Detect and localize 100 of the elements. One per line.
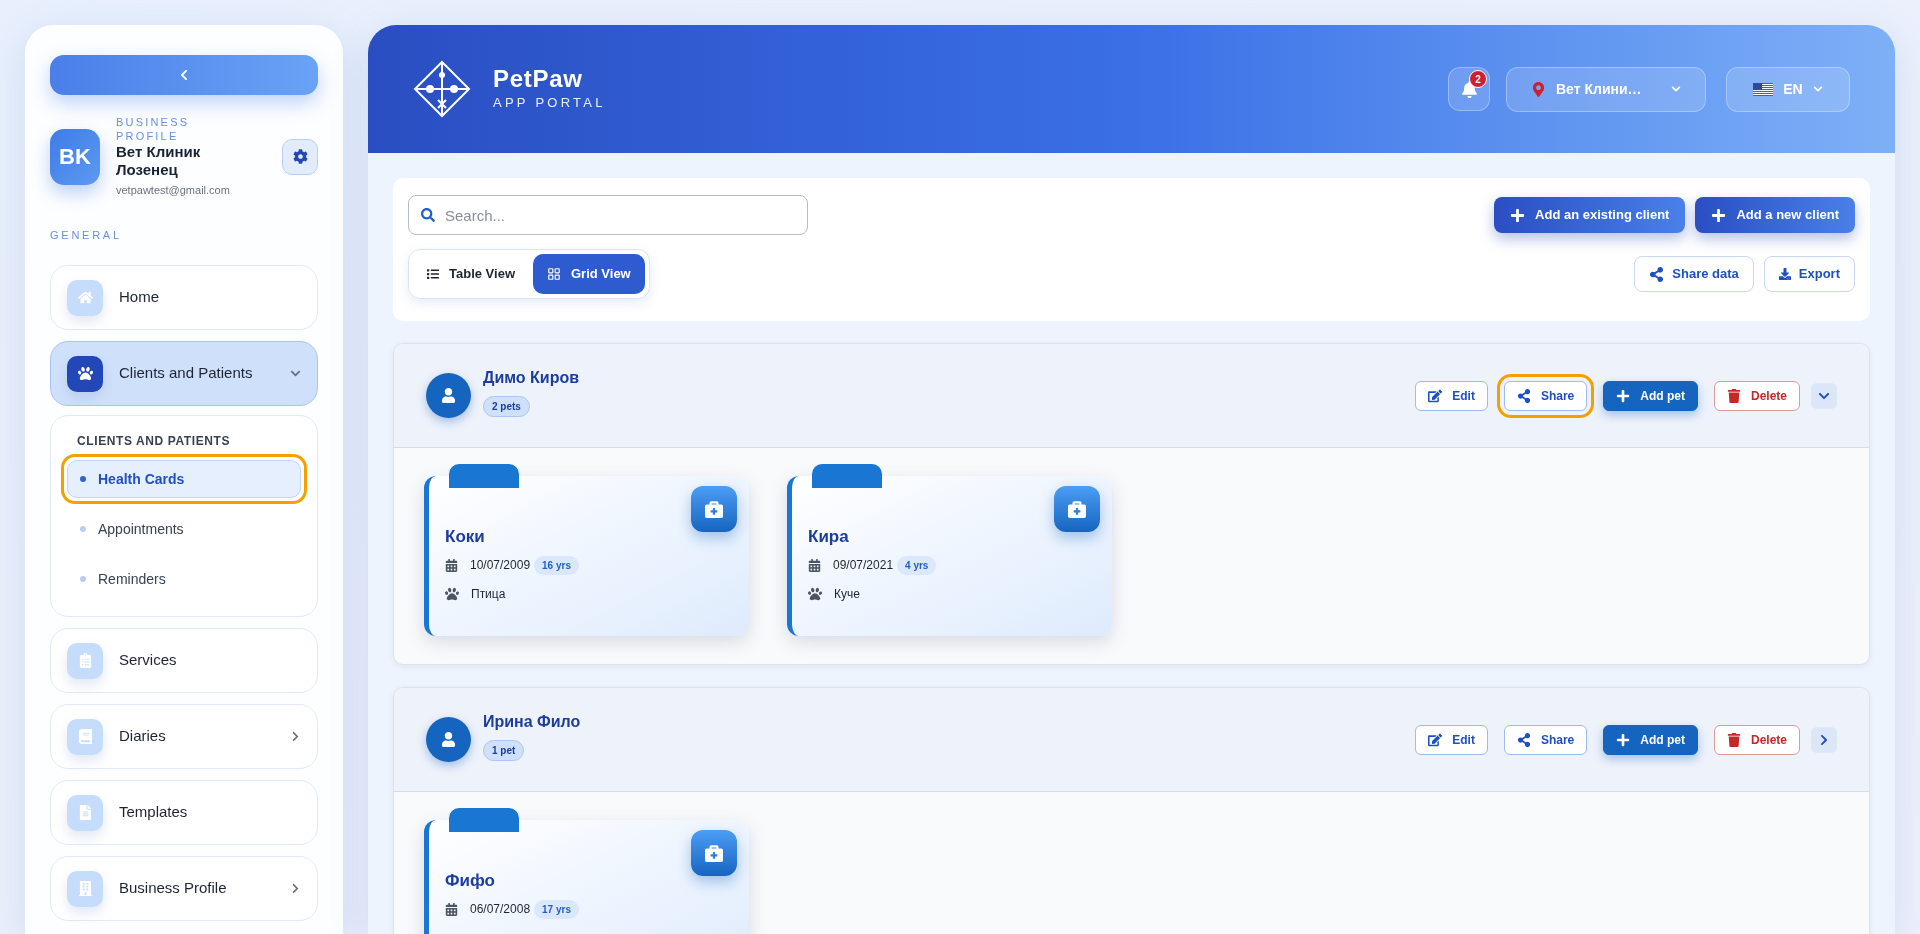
nav-item[interactable]: Templates: [50, 780, 318, 845]
brand-name: PetPaw: [493, 65, 584, 94]
book-icon: [77, 729, 93, 744]
notifications-button[interactable]: 2: [1448, 67, 1490, 111]
view-tab[interactable]: Table View: [413, 254, 529, 294]
pet-card[interactable]: Кира 09/07/2021 4 yrs Куче: [787, 476, 1112, 636]
medical-kit-icon: [705, 500, 723, 518]
chevron-right-icon: [1818, 733, 1830, 746]
calendar-icon: [808, 558, 821, 572]
share-button[interactable]: Share: [1503, 724, 1588, 755]
bullet-icon: [80, 476, 86, 482]
document-icon: [77, 805, 93, 820]
nav-label: Home: [119, 287, 160, 308]
brand-subtitle: APP PORTAL: [493, 94, 606, 113]
grid-icon: [547, 267, 561, 281]
share-icon: [1649, 266, 1665, 282]
pet-name: Коки: [445, 526, 486, 548]
age-badge: 4 yrs: [897, 555, 937, 575]
profile-email: vetpawtest@gmail.com: [116, 183, 231, 198]
pet-card[interactable]: Коки 10/07/2009 16 yrs Птица: [424, 476, 749, 636]
expand-toggle[interactable]: [1811, 726, 1837, 753]
chevron-left-icon: [178, 69, 190, 81]
nav-item[interactable]: Services: [50, 628, 318, 693]
chevron-down-icon: [1812, 84, 1823, 94]
share-icon: [1516, 732, 1531, 747]
nav-item[interactable]: Business Profile: [50, 856, 318, 921]
nav-label: Templates: [119, 802, 189, 823]
pet-name: Фифо: [445, 870, 496, 892]
medical-kit-button[interactable]: [691, 486, 737, 532]
submenu-label: Health Cards: [98, 469, 185, 489]
calendar-icon: [445, 558, 458, 572]
medical-kit-button[interactable]: [1054, 486, 1100, 532]
share-button[interactable]: Share: [1503, 380, 1588, 411]
plus-icon: [1711, 207, 1727, 223]
nav-label: Services: [119, 650, 178, 671]
person-icon: [441, 732, 456, 747]
client-name: Ирина Фило: [483, 712, 581, 732]
add-pet-button[interactable]: Add pet: [1603, 724, 1698, 755]
trash-icon: [1726, 388, 1741, 403]
map-pin-icon: [1531, 81, 1546, 97]
person-icon: [441, 388, 456, 403]
settings-button[interactable]: [282, 138, 318, 175]
section-label: GENERAL: [50, 227, 123, 243]
client-name: Димо Киров: [483, 368, 580, 388]
building-icon: [77, 881, 93, 896]
edit-button[interactable]: Edit: [1415, 380, 1488, 411]
export-button[interactable]: Export: [1763, 256, 1855, 292]
paw-icon: [445, 586, 459, 601]
profile-label: BUSINESS PROFILE: [116, 115, 191, 143]
medical-kit-button[interactable]: [691, 830, 737, 876]
home-icon: [77, 290, 93, 305]
trash-icon: [1726, 732, 1741, 747]
share-icon: [1516, 388, 1531, 403]
add-client-button[interactable]: Add a new client: [1695, 197, 1855, 233]
submenu-label: Appointments: [98, 519, 184, 539]
delete-button[interactable]: Delete: [1713, 380, 1800, 411]
add-client-button[interactable]: Add an existing client: [1494, 197, 1686, 233]
paw-icon: [808, 586, 822, 601]
download-icon: [1778, 268, 1791, 280]
pet-species: Птица: [471, 585, 506, 603]
calendar-icon: [445, 902, 458, 916]
paw-icon: [77, 366, 93, 381]
medical-kit-icon: [705, 844, 723, 862]
edit-icon: [1428, 388, 1443, 403]
birth-date: 06/07/2008: [470, 901, 531, 918]
submenu-item[interactable]: Reminders: [67, 560, 301, 598]
birth-date: 09/07/2021: [833, 557, 894, 574]
submenu-item[interactable]: Appointments: [67, 510, 301, 548]
nav-item[interactable]: Clients and Patients: [50, 341, 318, 406]
nav-label: Business Profile: [119, 878, 228, 899]
plus-icon: [1616, 388, 1631, 403]
bullet-icon: [80, 526, 86, 532]
expand-toggle[interactable]: [1811, 382, 1837, 409]
birth-date: 10/07/2009: [470, 557, 531, 574]
nav-item[interactable]: Diaries: [50, 704, 318, 769]
settings-icon: [292, 149, 308, 165]
search-field[interactable]: Search...: [408, 195, 808, 235]
age-badge: 16 yrs: [534, 555, 579, 575]
age-badge: 17 yrs: [534, 899, 579, 919]
avatar: BK: [50, 128, 100, 185]
nav-label: Diaries: [119, 726, 167, 747]
bullet-icon: [80, 576, 86, 582]
pet-count-badge: 1 pet: [483, 740, 525, 761]
nav-label: Clients and Patients: [119, 363, 254, 384]
clipboard-icon: [77, 653, 93, 668]
share-data-button[interactable]: Share data: [1634, 256, 1754, 292]
pet-card[interactable]: Фифо 06/07/2008 17 yrs: [424, 820, 749, 934]
view-tab[interactable]: Grid View: [533, 254, 645, 294]
nav-item[interactable]: Home: [50, 265, 318, 330]
pet-count-badge: 2 pets: [483, 396, 530, 417]
delete-button[interactable]: Delete: [1713, 724, 1800, 755]
profile-name: Вет Клиник Лозенец: [116, 143, 202, 179]
edit-button[interactable]: Edit: [1415, 724, 1488, 755]
plus-icon: [1510, 207, 1526, 223]
add-pet-button[interactable]: Add pet: [1603, 380, 1698, 411]
submenu-item[interactable]: Health Cards: [67, 460, 301, 498]
logo-icon: [413, 60, 471, 118]
search-icon: [421, 208, 435, 222]
submenu-title: CLIENTS AND PATIENTS: [76, 433, 232, 450]
flag-icon: [1753, 82, 1774, 96]
